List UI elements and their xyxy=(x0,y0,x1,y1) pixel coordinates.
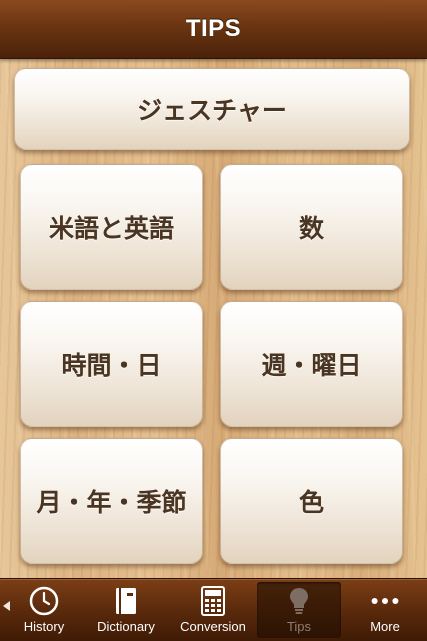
tab-history[interactable]: History xyxy=(2,582,86,638)
clock-icon xyxy=(27,584,61,618)
tile-time-day[interactable]: 時間・日 xyxy=(20,301,203,427)
tab-label: Dictionary xyxy=(97,619,155,634)
tab-label: History xyxy=(23,619,65,634)
tile-gestures[interactable]: ジェスチャー xyxy=(14,68,410,150)
tab-label: More xyxy=(370,619,400,634)
tab-conversion[interactable]: Conversion xyxy=(171,582,255,638)
tile-week-weekday[interactable]: 週・曜日 xyxy=(220,301,403,427)
navigation-bar: TIPS xyxy=(0,0,427,59)
tile-label: 米語と英語 xyxy=(48,214,174,243)
tile-label: 色 xyxy=(298,488,324,517)
calculator-icon xyxy=(196,584,230,618)
page-title: TIPS xyxy=(185,15,242,42)
book-icon xyxy=(109,584,143,618)
tile-numbers[interactable]: 数 xyxy=(220,164,403,290)
tab-label: Conversion xyxy=(180,619,246,634)
tile-label: 月・年・季節 xyxy=(36,488,187,517)
tile-label: 時間・日 xyxy=(61,351,162,380)
tile-colors[interactable]: 色 xyxy=(220,438,403,564)
tab-bar: History Dictionary Conversion Tips More xyxy=(0,578,427,641)
tab-more[interactable]: More xyxy=(343,582,427,638)
lightbulb-icon xyxy=(282,584,316,618)
tile-american-british-english[interactable]: 米語と英語 xyxy=(20,164,203,290)
tile-label: 数 xyxy=(298,214,324,243)
tile-label: ジェスチャー xyxy=(137,96,287,125)
tile-label: 週・曜日 xyxy=(261,351,362,380)
tile-month-year-season[interactable]: 月・年・季節 xyxy=(20,438,203,564)
tab-label: Tips xyxy=(286,619,312,634)
more-dots-icon xyxy=(368,584,402,618)
tab-dictionary[interactable]: Dictionary xyxy=(84,582,168,638)
tips-menu: ジェスチャー 米語と英語 数 時間・日 週・曜日 月・年・季節 色 xyxy=(0,58,427,578)
tab-tips[interactable]: Tips xyxy=(257,582,341,638)
